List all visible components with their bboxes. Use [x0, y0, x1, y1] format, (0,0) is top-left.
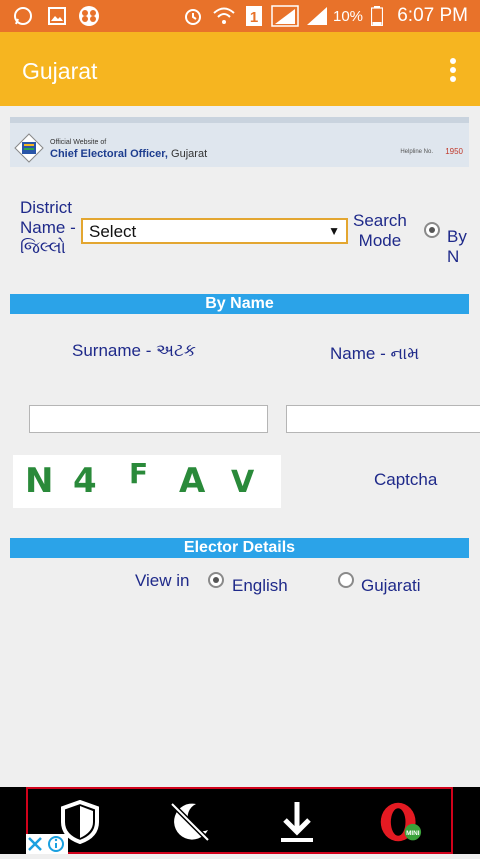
captcha-char-1: N [25, 461, 54, 501]
banner-title-main: Chief Electoral Officer, [50, 148, 168, 160]
english-radio[interactable] [208, 572, 224, 588]
signal-icon [270, 5, 300, 27]
sim-icon: 1 [244, 5, 264, 27]
district-label: District Name - જિલ્લો [20, 198, 76, 258]
english-label: English [232, 576, 288, 595]
search-mode-label: Search Mode [353, 211, 407, 251]
signal-icon-2 [304, 5, 330, 27]
search-mode-line1: Search [353, 211, 407, 230]
overflow-menu-icon[interactable] [448, 56, 458, 84]
battery-percent: 10% [333, 8, 364, 25]
banner-subtitle: Official Website of [50, 139, 107, 146]
name-input[interactable] [286, 405, 480, 433]
gujarati-radio[interactable] [338, 572, 354, 588]
app-notification-icon [78, 5, 100, 27]
ad-frame[interactable]: MINI [26, 787, 453, 854]
banner-title-state: Gujarat [171, 148, 208, 160]
alarm-icon [182, 5, 204, 27]
district-select-value: Select [89, 222, 137, 241]
search-mode-line2: Mode [358, 231, 402, 250]
sim-number: 1 [250, 9, 258, 26]
gujarati-label: Gujarati [361, 576, 421, 595]
captcha-image: N 4 F A V [13, 455, 281, 508]
district-label-line2: Name - [20, 218, 76, 237]
app-title: Gujarat [22, 58, 98, 84]
banner-title: Chief Electoral Officer, Gujarat [50, 148, 207, 160]
download-icon[interactable] [275, 799, 319, 845]
ad-banner[interactable]: MINI [0, 787, 480, 854]
banner-helpline: Helpline No. [400, 149, 433, 155]
view-in-label: View in [135, 571, 190, 590]
captcha-char-5: V [231, 465, 255, 500]
clock: 6:07 PM [397, 5, 468, 26]
name-label: Name - નામ [330, 344, 420, 363]
whatsapp-icon [12, 5, 34, 27]
gallery-icon [46, 5, 68, 27]
captcha-label: Captcha [374, 470, 438, 489]
ad-choices-icon[interactable] [26, 834, 68, 854]
header-banner: Official Website of Chief Electoral Offi… [10, 117, 469, 167]
wifi-icon [212, 5, 236, 27]
search-by-name-radio[interactable] [424, 222, 440, 238]
ceo-logo-icon [14, 133, 44, 163]
battery-icon [370, 5, 384, 27]
district-label-gujarati: જિલ્લો [20, 238, 66, 257]
banner-helpline-number: 1950 [445, 147, 463, 156]
ad-choices[interactable] [26, 834, 68, 854]
status-bar: 1 10% 6:07 PM [0, 0, 480, 32]
by-name-header: By Name [10, 294, 469, 314]
opera-mini-label: MINI [406, 830, 420, 837]
captcha-char-2: 4 [73, 461, 97, 501]
captcha-char-3: F [129, 457, 149, 490]
district-select[interactable]: Select ▼ [81, 218, 348, 244]
moon-icon[interactable] [168, 799, 212, 845]
app-bar: Gujarat [0, 32, 480, 106]
district-label-line1: District [20, 198, 72, 217]
elector-details-header: Elector Details [10, 538, 469, 558]
dropdown-arrow-icon: ▼ [328, 224, 340, 238]
captcha-char-4: A [179, 461, 206, 501]
opera-mini-icon[interactable]: MINI [378, 799, 422, 845]
surname-label: Surname - અટક [72, 341, 196, 360]
search-by-name-label: By N [447, 227, 467, 266]
surname-input[interactable] [29, 405, 268, 433]
